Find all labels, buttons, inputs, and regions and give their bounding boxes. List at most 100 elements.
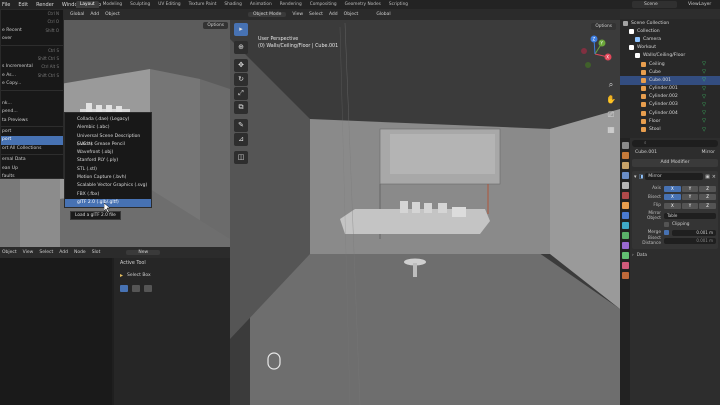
mirror-object-field[interactable]: Table	[664, 212, 716, 219]
file-menu-item[interactable]: Ctrl S	[1, 47, 63, 55]
left-view-add-menu[interactable]: Add	[90, 12, 99, 17]
viewport-object-menu[interactable]: Object	[344, 12, 359, 17]
move-tool-icon[interactable]: ✥	[234, 59, 248, 72]
material-tab-icon[interactable]	[621, 262, 629, 269]
physics-tab-icon[interactable]	[621, 232, 629, 239]
tab-rendering[interactable]: Rendering	[276, 1, 306, 8]
bisect-z-toggle[interactable]: Z	[699, 194, 717, 200]
file-menu-item[interactable]: e Recent Shift O	[1, 27, 63, 35]
view-layer-selector[interactable]: ViewLayer	[688, 1, 711, 8]
tab-modeling[interactable]: Modeling	[99, 1, 127, 8]
tab-compositing[interactable]: Compositing	[306, 1, 341, 8]
file-menu-item[interactable]: Shift Ctrl S	[1, 55, 63, 63]
zoom-icon[interactable]: ⌕	[605, 79, 617, 91]
outliner-row[interactable]: Cylinder.002 ▽	[620, 93, 720, 101]
tab-layout[interactable]: Layout	[76, 1, 99, 8]
camera-view-icon[interactable]: ⎚	[605, 109, 617, 121]
properties-search-input[interactable]: ⌕	[632, 140, 718, 147]
file-menu-item[interactable]: ort All Collections	[1, 145, 63, 153]
file-menu-item[interactable]: ernal Data	[1, 156, 63, 164]
transform-tool-icon[interactable]: ⧉	[234, 101, 248, 114]
modifier-realtime-icon[interactable]: ▣	[705, 174, 710, 180]
bl-node-menu[interactable]: Node	[74, 250, 86, 255]
export-menu-item[interactable]: Universal Scene Description (.usd*)	[65, 133, 151, 147]
viewport-options[interactable]: Options	[591, 23, 616, 30]
clipping-checkbox[interactable]	[664, 221, 669, 227]
outliner-row[interactable]: Walls/Ceiling/Floor	[620, 52, 720, 60]
file-menu-item[interactable]: pend...	[1, 108, 63, 116]
tab-animation[interactable]: Animation	[246, 1, 276, 8]
scene-selector[interactable]: Scene	[632, 1, 677, 8]
viewport-select-menu[interactable]: Select	[309, 12, 323, 17]
file-menu-item[interactable]: port	[1, 136, 63, 145]
collapse-chevron-icon[interactable]: ▾	[634, 174, 637, 180]
outliner-row[interactable]: Cylinder.004 ▽	[620, 109, 720, 117]
outliner-row[interactable]: Stool ▽	[620, 125, 720, 133]
file-menu-item[interactable]: nk...	[1, 100, 63, 108]
axis-z-toggle[interactable]: Z	[699, 185, 717, 192]
merge-distance-field[interactable]: 0.001 m	[672, 229, 716, 236]
left-view-transform[interactable]: Global	[70, 12, 84, 17]
export-menu-item[interactable]: STL (.stl)	[65, 166, 151, 174]
export-menu-item[interactable]: FBX (.fbx)	[65, 191, 151, 199]
flip-z-toggle[interactable]: Z	[699, 202, 717, 209]
grid-ortho-icon[interactable]: ▦	[605, 124, 617, 136]
outliner-row[interactable]: Cylinder.003 ▽	[620, 101, 720, 109]
scale-tool-icon[interactable]: ⤢	[234, 87, 248, 100]
file-menu-item[interactable]: Ctrl N	[1, 10, 63, 18]
outliner-row[interactable]: Cylinder.001 ▽	[620, 85, 720, 93]
texture-tab-icon[interactable]	[621, 272, 629, 279]
world-tab-icon[interactable]	[621, 192, 629, 199]
left-view-object-menu[interactable]: Object	[105, 12, 120, 17]
flip-y-toggle[interactable]: Y	[681, 202, 699, 209]
transform-orientation[interactable]: Global	[376, 12, 390, 17]
bl-object-menu[interactable]: Object	[2, 250, 17, 255]
tab-scripting[interactable]: Scripting	[385, 1, 412, 8]
file-menu-item[interactable]: port	[1, 128, 63, 136]
modifier-close-icon[interactable]: ×	[712, 174, 716, 180]
outliner-row[interactable]: Cube ▽	[620, 68, 720, 76]
scene-tab-icon[interactable]	[621, 182, 629, 189]
outliner-row[interactable]: Workout	[620, 44, 720, 52]
menu-file[interactable]: File	[2, 2, 10, 8]
measure-tool-icon[interactable]: ⊿	[234, 133, 248, 146]
annotate-tool-icon[interactable]: ✎	[234, 119, 248, 132]
file-menu-item[interactable]: e Copy...	[1, 80, 63, 88]
select-extend-mode-icon[interactable]	[132, 285, 140, 292]
add-cube-tool-icon[interactable]: ◫	[234, 151, 248, 164]
view-layer-tab-icon[interactable]	[621, 172, 629, 179]
tab-texture-paint[interactable]: Texture Paint	[185, 1, 221, 8]
render-tab-icon[interactable]	[621, 152, 629, 159]
outliner-row[interactable]: Scene Collection	[620, 19, 720, 27]
object-tab-icon[interactable]	[621, 202, 629, 209]
select-new-mode-icon[interactable]	[120, 285, 128, 292]
file-menu-item[interactable]: ta Previews	[1, 117, 63, 125]
export-menu-item[interactable]: Scalable Vector Graphics (.svg)	[65, 182, 151, 190]
cursor-tool-icon[interactable]: ⊕	[234, 41, 248, 54]
outliner-row[interactable]: Cube.001 ▽	[620, 76, 720, 85]
bisect-y-toggle[interactable]: Y	[681, 194, 699, 200]
data-tab-icon[interactable]	[621, 252, 629, 259]
bisect-x-toggle[interactable]: X	[664, 194, 681, 200]
tab-geometry-nodes[interactable]: Geometry Nodes	[341, 1, 385, 8]
file-menu-item[interactable]: over	[1, 35, 63, 43]
export-menu-item[interactable]: Motion Capture (.bvh)	[65, 174, 151, 182]
particles-tab-icon[interactable]	[621, 222, 629, 229]
axis-y-toggle[interactable]: Y	[681, 185, 699, 192]
outliner-row[interactable]: Camera	[620, 35, 720, 43]
export-menu-item[interactable]: Wavefront (.obj)	[65, 149, 151, 157]
menu-render[interactable]: Render	[36, 2, 54, 8]
output-tab-icon[interactable]	[621, 162, 629, 169]
file-menu-item[interactable]: Ctrl O	[1, 18, 63, 26]
bisect-distance-field[interactable]: 0.001 m	[664, 238, 716, 244]
modifier-tab-icon[interactable]	[621, 212, 629, 219]
file-menu-item[interactable]: faults	[1, 173, 63, 181]
add-modifier-button[interactable]: Add Modifier	[632, 159, 718, 167]
object-mode-selector[interactable]: Object Mode	[248, 12, 287, 17]
select-subtract-mode-icon[interactable]	[144, 285, 152, 292]
tab-shading[interactable]: Shading	[220, 1, 245, 8]
merge-checkbox[interactable]	[664, 230, 669, 235]
node-editor-area[interactable]	[0, 258, 112, 405]
select-box-row[interactable]: ▸ Select Box	[120, 272, 224, 279]
bl-slot-selector[interactable]: Slot	[92, 250, 101, 255]
